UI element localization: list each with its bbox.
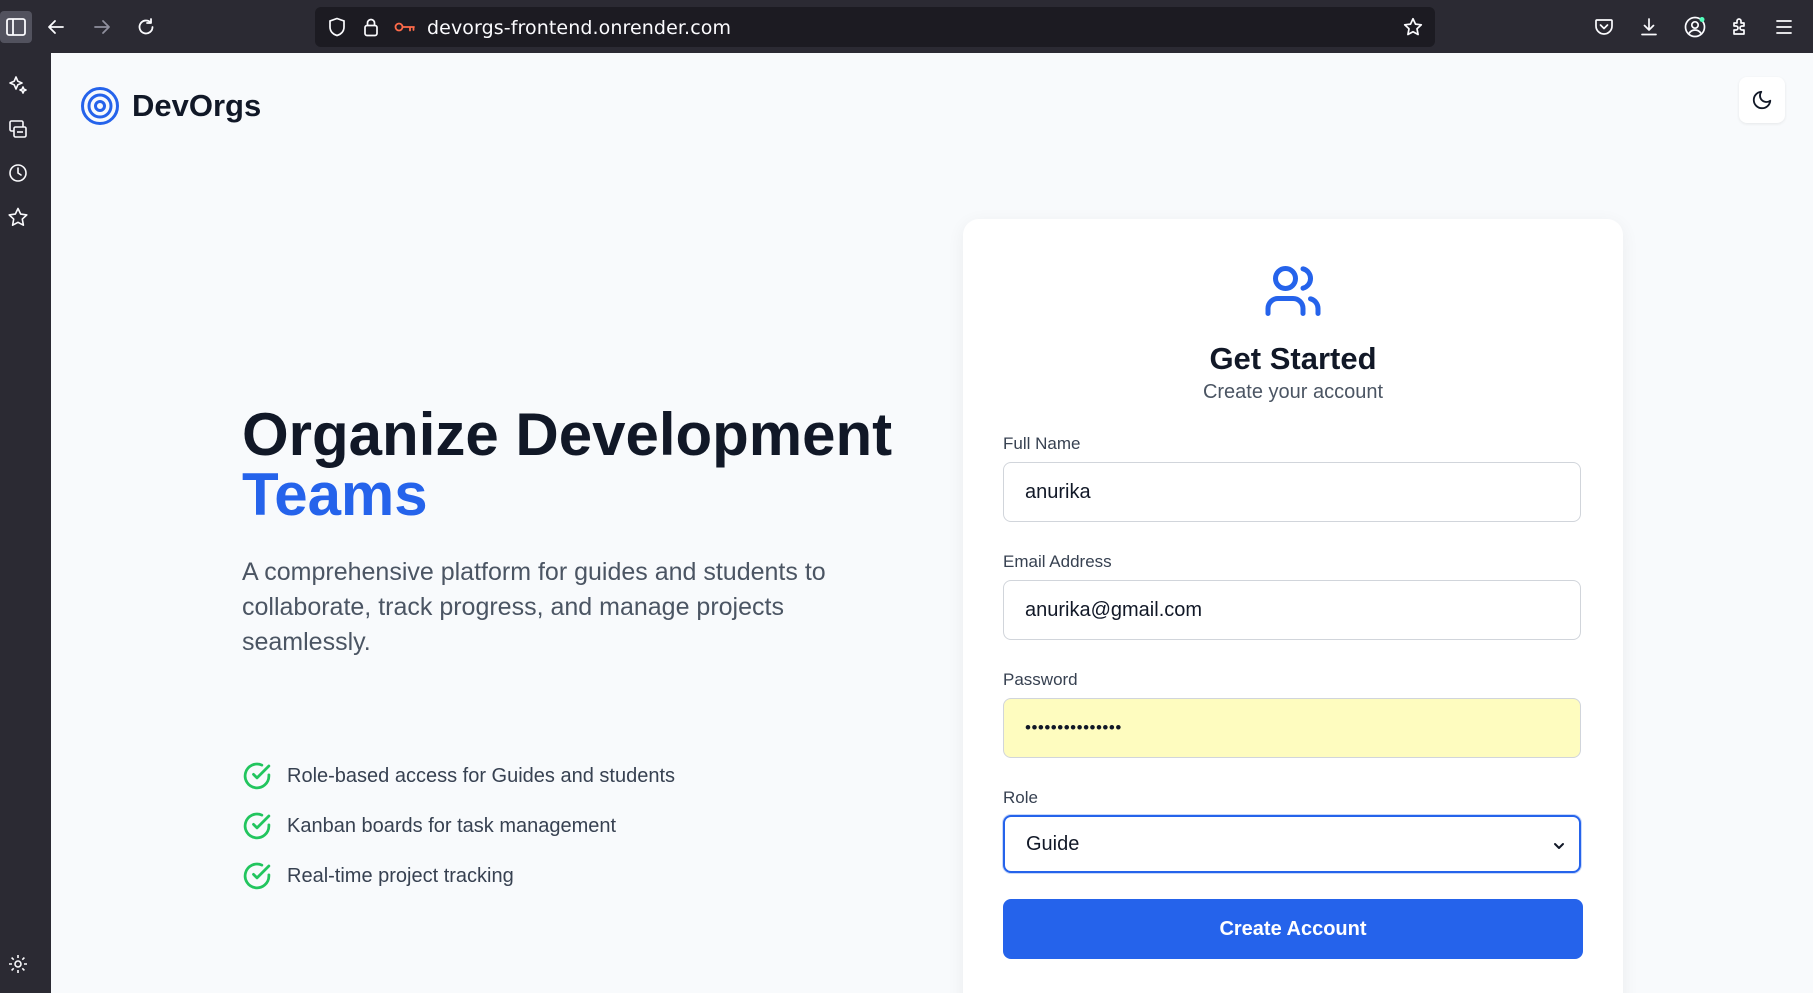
download-icon[interactable]	[1633, 11, 1665, 43]
theme-toggle-button[interactable]	[1739, 77, 1785, 123]
feature-text: Kanban boards for task management	[287, 814, 617, 837]
account-icon[interactable]	[1679, 11, 1711, 43]
lock-icon[interactable]	[355, 11, 387, 43]
hero-description: A comprehensive platform for guides and …	[242, 558, 826, 656]
signup-card: Get Started Create your account Full Nam…	[963, 219, 1623, 993]
extensions-icon[interactable]	[1724, 11, 1756, 43]
feature-text: Real-time project tracking	[287, 864, 514, 887]
forward-arrow-icon[interactable]	[86, 11, 118, 43]
page-content: DevOrgs Organize Development Teams A com…	[51, 53, 1813, 993]
menu-icon[interactable]	[1768, 11, 1800, 43]
password-label: Password	[1003, 670, 1078, 689]
password-value: •••••••••••••••	[1025, 718, 1122, 737]
shield-icon[interactable]	[321, 11, 353, 43]
password-input[interactable]: •••••••••••••••	[1003, 698, 1581, 758]
role-value: Guide	[1026, 832, 1080, 855]
full-name-value: anurika	[1025, 480, 1091, 503]
email-label: Email Address	[1003, 552, 1112, 571]
target-logo-icon	[81, 87, 119, 125]
email-value: anurika@gmail.com	[1025, 598, 1203, 621]
feature-text: Role-based access for Guides and student…	[287, 764, 675, 787]
check-circle-icon	[243, 812, 271, 840]
feature-list: Role-based access for Guides and student…	[242, 751, 675, 901]
url-bar[interactable]: devorgs-frontend.onrender.com	[315, 7, 1435, 47]
bookmarks-icon[interactable]	[0, 197, 43, 237]
history-icon[interactable]	[0, 153, 43, 193]
create-account-button[interactable]: Create Account	[1003, 899, 1583, 959]
role-label: Role	[1003, 788, 1038, 807]
browser-sidebar	[0, 53, 51, 993]
users-icon	[1265, 266, 1321, 316]
back-arrow-icon[interactable]	[40, 11, 72, 43]
settings-icon[interactable]	[0, 944, 43, 984]
role-select[interactable]: Guide	[1003, 815, 1581, 873]
pocket-icon[interactable]	[1588, 11, 1620, 43]
sidebar-toggle-icon[interactable]	[0, 11, 32, 43]
moon-icon	[1752, 90, 1772, 110]
form-subtitle: Create your account	[1202, 381, 1384, 403]
full-name-input[interactable]: anurika	[1003, 462, 1581, 522]
feature-item: Real-time project tracking	[242, 851, 675, 901]
brand-name: DevOrgs	[132, 88, 262, 123]
check-circle-icon	[243, 762, 271, 790]
hero-title-line1: Organize Development	[242, 401, 893, 468]
hero-title-accent: Teams	[242, 461, 428, 528]
feature-item: Kanban boards for task management	[242, 801, 675, 851]
chevron-down-icon	[1554, 843, 1564, 849]
browser-toolbar: devorgs-frontend.onrender.com	[0, 0, 1813, 53]
url-text[interactable]: devorgs-frontend.onrender.com	[427, 17, 731, 39]
hero-title: Organize Development Teams	[242, 405, 892, 525]
feature-item: Role-based access for Guides and student…	[242, 751, 675, 801]
form-title: Get Started	[1209, 341, 1377, 376]
reload-icon[interactable]	[130, 11, 162, 43]
brand[interactable]: DevOrgs	[80, 86, 261, 126]
key-icon[interactable]	[389, 11, 421, 43]
check-circle-icon	[243, 862, 271, 890]
full-name-label: Full Name	[1003, 434, 1081, 453]
ai-sparkle-icon[interactable]	[0, 65, 43, 105]
bookmark-star-icon[interactable]	[1397, 11, 1429, 43]
email-input[interactable]: anurika@gmail.com	[1003, 580, 1581, 640]
synced-tabs-icon[interactable]	[0, 109, 43, 149]
